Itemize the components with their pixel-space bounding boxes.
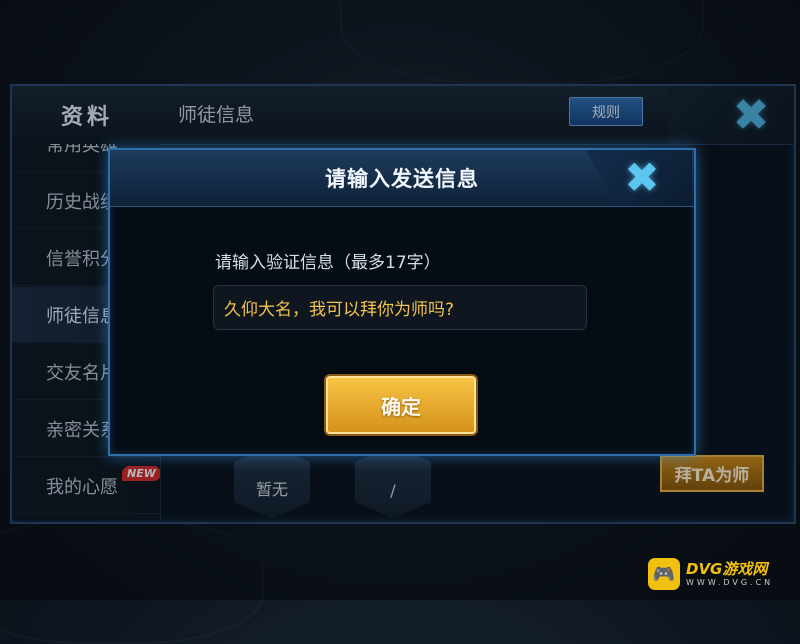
- confirm-button[interactable]: 确定: [326, 376, 476, 434]
- dialog-title: 请输入发送信息: [325, 167, 479, 191]
- watermark-main: DVG游戏网: [686, 559, 768, 578]
- verification-prompt: 请输入验证信息（最多17字）: [215, 253, 441, 273]
- gamepad-icon: 🎮: [648, 558, 680, 590]
- watermark-sub: WWW.DVG.CN: [686, 577, 774, 587]
- watermark: 🎮 DVG游戏网 WWW.DVG.CN: [648, 556, 794, 592]
- verification-message-input[interactable]: [213, 285, 587, 330]
- watermark-text: DVG游戏网 WWW.DVG.CN: [686, 559, 774, 588]
- close-icon[interactable]: ✖: [620, 156, 664, 200]
- send-message-dialog: 请输入发送信息 ✖ 请输入验证信息（最多17字） 确定: [108, 148, 696, 456]
